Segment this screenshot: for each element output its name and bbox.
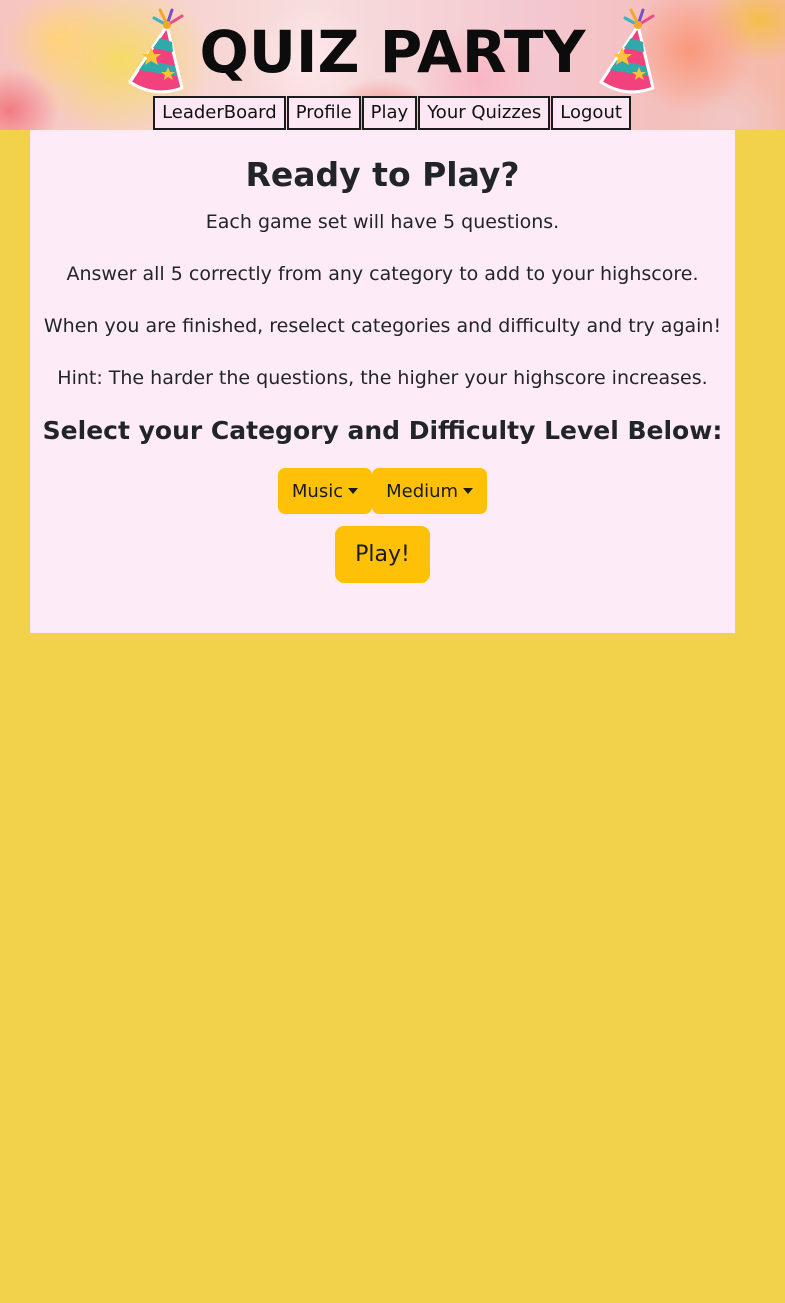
intro-text-questions: Each game set will have 5 questions. — [205, 211, 560, 233]
selection-dropdowns: Music Medium — [30, 468, 735, 514]
intro-text-highscore: Answer all 5 correctly from any category… — [66, 263, 699, 285]
nav-link-leaderboard[interactable]: LeaderBoard — [153, 96, 286, 130]
difficulty-dropdown-label: Medium — [386, 480, 459, 502]
main-nav: LeaderBoard Profile Play Your Quizzes Lo… — [0, 96, 785, 130]
intro-text-retry: When you are finished, reselect categori… — [43, 315, 722, 337]
caret-down-icon — [463, 488, 474, 494]
party-hat-icon — [128, 8, 184, 94]
page-heading: Ready to Play? — [245, 155, 520, 194]
party-hat-icon — [599, 8, 655, 94]
difficulty-dropdown[interactable]: Medium — [372, 468, 488, 514]
selection-heading: Select your Category and Difficulty Leve… — [42, 416, 723, 445]
app-title: QUIZ PARTY — [199, 18, 586, 86]
play-card: Ready to Play? Each game set will have 5… — [30, 130, 735, 633]
play-button[interactable]: Play! — [335, 526, 430, 583]
nav-link-your-quizzes[interactable]: Your Quizzes — [418, 96, 551, 130]
title-row: QUIZ PARTY — [0, 8, 785, 96]
intro-text-hint: Hint: The harder the questions, the high… — [57, 367, 708, 389]
caret-down-icon — [348, 488, 359, 494]
header-banner: QUIZ PARTY LeaderBoard Profile Play Your… — [0, 0, 785, 130]
category-dropdown-label: Music — [291, 480, 344, 502]
nav-link-profile[interactable]: Profile — [286, 96, 361, 130]
nav-link-logout[interactable]: Logout — [551, 96, 631, 130]
category-dropdown[interactable]: Music — [277, 468, 373, 514]
nav-link-play[interactable]: Play — [361, 96, 418, 130]
